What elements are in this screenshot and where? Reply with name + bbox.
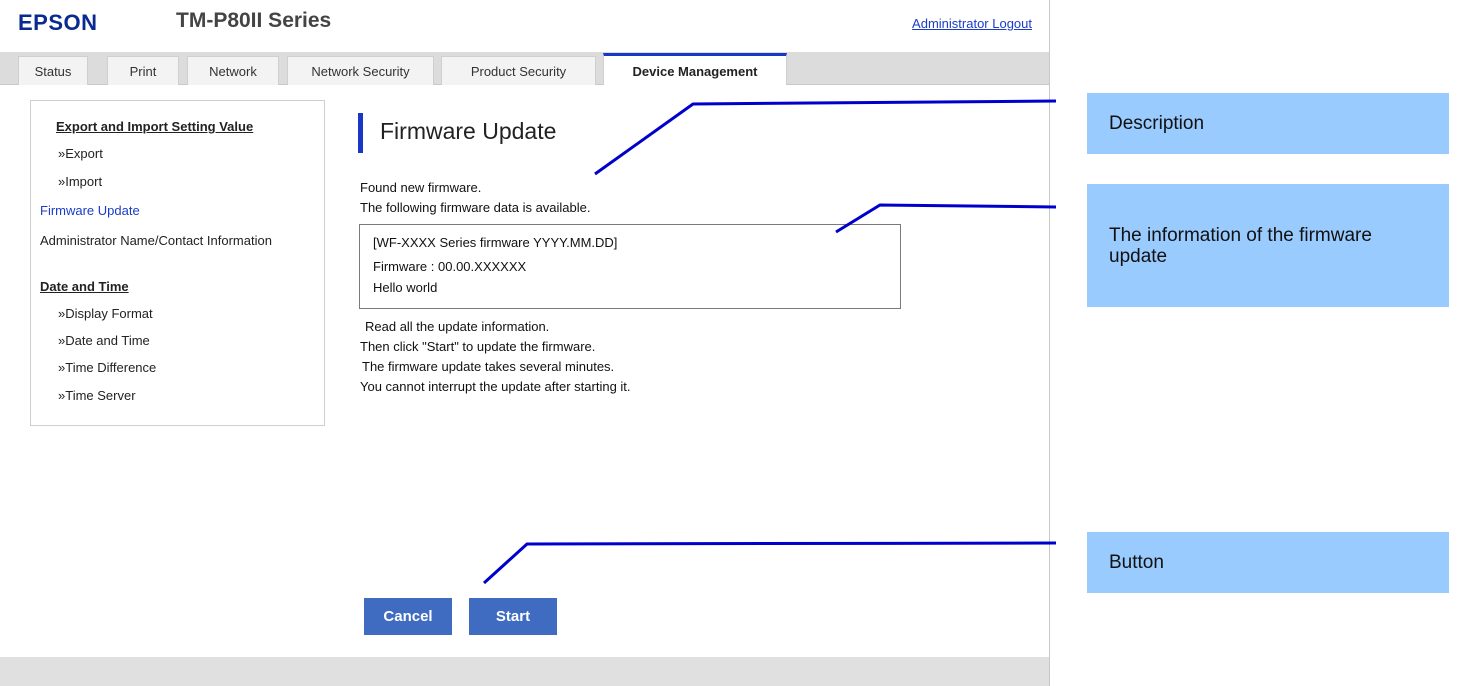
button-leader-line [482, 541, 1057, 585]
callout-description: Description [1087, 93, 1449, 154]
callout-firmware-info: The information of the firmware update [1087, 184, 1449, 307]
firmware-info-leader-line [835, 203, 1057, 234]
callout-button: Button [1087, 532, 1449, 593]
description-leader-line [594, 99, 1057, 176]
